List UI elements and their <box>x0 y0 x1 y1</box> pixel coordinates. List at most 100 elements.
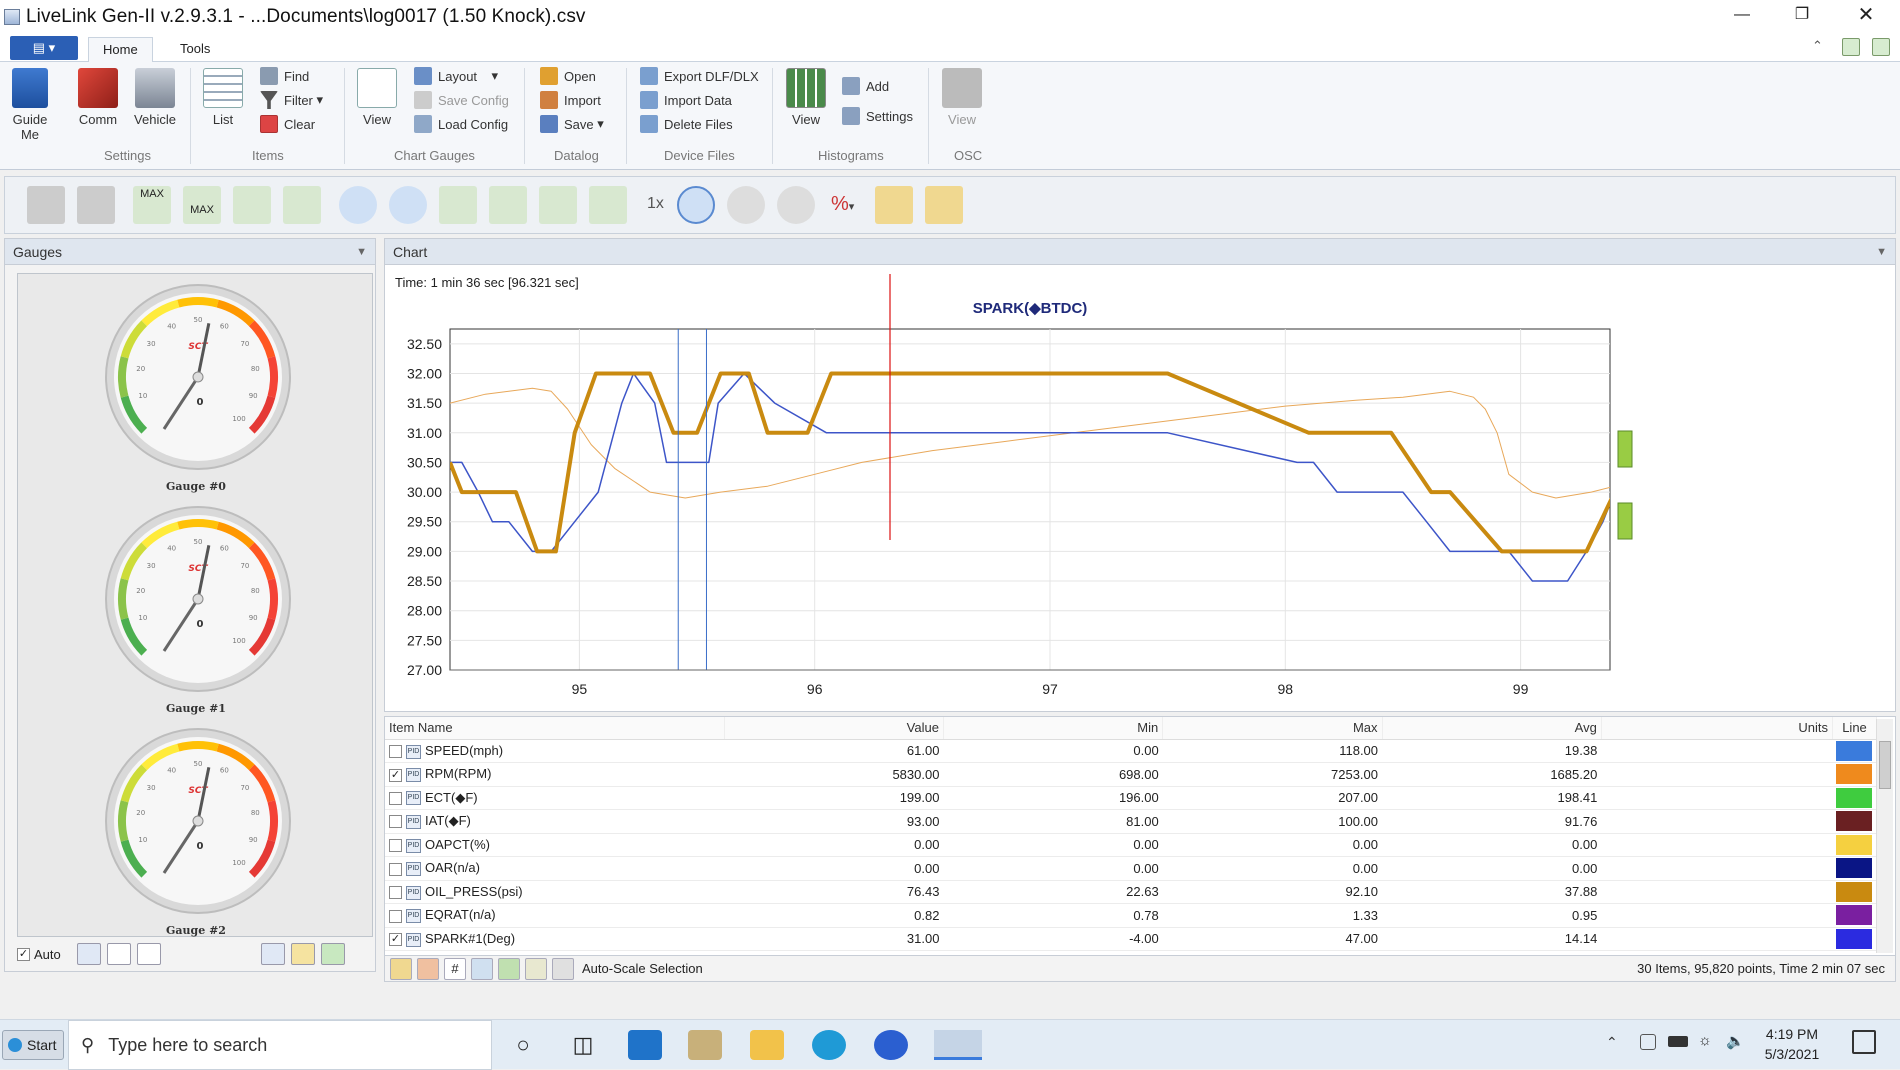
hash-icon[interactable]: # <box>444 957 466 980</box>
pen-right-icon[interactable] <box>925 186 963 224</box>
find-button[interactable]: Find <box>260 66 309 86</box>
auto-checkbox[interactable]: ✓ <box>17 947 30 961</box>
histogram-add-button[interactable]: Add <box>842 76 889 96</box>
row-checkbox[interactable] <box>389 909 402 923</box>
play-icon[interactable] <box>677 186 715 224</box>
osc-view-button[interactable]: View <box>940 68 984 127</box>
list-button[interactable]: List <box>200 68 246 127</box>
pin-icon[interactable]: ▼ <box>356 239 367 265</box>
close-button[interactable]: ✕ <box>1836 0 1896 34</box>
open-button[interactable]: Open <box>540 66 596 86</box>
percent-button[interactable]: %▾ <box>831 193 854 216</box>
vehicle-button[interactable]: Vehicle <box>130 68 180 127</box>
collapse-ribbon-icon[interactable]: ⌃ <box>1812 38 1823 54</box>
line-color-swatch[interactable] <box>1836 764 1873 785</box>
taskbar-search[interactable]: ⚲ Type here to search <box>68 1020 492 1070</box>
row-checkbox[interactable] <box>389 839 402 853</box>
line-color-cell[interactable] <box>1832 809 1877 834</box>
filter-button[interactable]: Filter ▾ <box>260 90 323 110</box>
line-color-cell[interactable] <box>1832 903 1877 928</box>
guide-me-button[interactable]: Guide Me <box>8 68 52 142</box>
mail-icon[interactable] <box>628 1030 662 1060</box>
gauge-refresh-icon[interactable] <box>320 943 345 965</box>
col-avg[interactable]: Avg <box>1382 717 1602 740</box>
record-disabled-icon[interactable] <box>27 186 65 224</box>
col-max[interactable]: Max <box>1162 717 1383 740</box>
grid-scrollbar[interactable] <box>1876 719 1893 953</box>
line-icon[interactable] <box>498 957 520 980</box>
row-checkbox[interactable] <box>389 745 402 759</box>
qat-download-icon[interactable] <box>1872 38 1890 56</box>
pen-remove-icon[interactable] <box>417 957 439 980</box>
pin-icon[interactable]: ▼ <box>1876 239 1887 265</box>
paint-icon[interactable] <box>688 1030 722 1060</box>
save-config-button[interactable]: Save Config <box>414 90 509 110</box>
table-row[interactable]: ✓ PID SPARK#1(Deg) 31.00 -4.00 47.00 14.14 <box>385 927 1877 951</box>
row-checkbox[interactable]: ✓ <box>389 933 402 947</box>
gauge-lights-icon[interactable] <box>136 943 161 965</box>
wifi-icon[interactable]: ☼ <box>1698 1032 1712 1049</box>
table-row[interactable]: PID OIL_PRESS(psi) 76.43 22.63 92.10 37.88 <box>385 880 1877 904</box>
col-value[interactable]: Value <box>724 717 944 740</box>
tab-home[interactable]: Home <box>88 37 153 62</box>
scale-handle-icon[interactable] <box>1617 502 1633 540</box>
line-color-cell[interactable] <box>1832 856 1877 881</box>
fit-left-icon[interactable] <box>439 186 477 224</box>
row-checkbox[interactable] <box>389 791 402 805</box>
col-line[interactable]: Line <box>1832 717 1878 740</box>
table-row[interactable]: PID OAPCT(%) 0.00 0.00 0.00 0.00 <box>385 833 1877 857</box>
line-color-swatch[interactable] <box>1836 787 1873 808</box>
fit-right-icon[interactable] <box>489 186 527 224</box>
max-left-button[interactable]: MAX <box>133 186 171 224</box>
row-checkbox[interactable] <box>389 886 402 900</box>
playback-speed[interactable]: 1x <box>647 195 664 213</box>
col-min[interactable]: Min <box>943 717 1164 740</box>
spark-chart[interactable]: SPARK(◆BTDC) 27.00 27.50 28.00 28.50 29.00 29.… <box>385 265 1895 711</box>
col-units[interactable]: Units <box>1601 717 1833 740</box>
col-item-name[interactable]: Item Name <box>385 717 725 740</box>
record2-disabled-icon[interactable] <box>77 186 115 224</box>
collapse-icon[interactable] <box>589 186 627 224</box>
clear-button[interactable]: Clear <box>260 114 315 134</box>
firefox-icon[interactable] <box>874 1030 908 1060</box>
line-color-cell[interactable] <box>1832 762 1877 787</box>
scrollbar-thumb[interactable] <box>1879 741 1891 789</box>
export-dlf-button[interactable]: Export DLF/DLX <box>640 66 759 86</box>
battery-icon[interactable] <box>1668 1036 1688 1047</box>
line-color-cell[interactable] <box>1832 739 1877 763</box>
line-color-swatch[interactable] <box>1836 740 1873 761</box>
table-row[interactable]: PID SPEED(mph) 61.00 0.00 118.00 19.38 <box>385 739 1877 763</box>
tab-tools[interactable]: Tools <box>166 37 224 62</box>
line-color-cell[interactable] <box>1832 880 1877 904</box>
shift-left-icon[interactable] <box>233 186 271 224</box>
line-color-swatch[interactable] <box>1836 834 1873 855</box>
pause-icon[interactable] <box>727 186 765 224</box>
zoom-in-icon[interactable] <box>389 186 427 224</box>
minimize-button[interactable]: — <box>1712 0 1772 34</box>
gauge-open-icon[interactable] <box>290 943 315 965</box>
line-color-swatch[interactable] <box>1836 858 1873 879</box>
tray-chevron-icon[interactable]: ⌃ <box>1606 1034 1618 1051</box>
file-explorer-icon[interactable] <box>750 1030 784 1060</box>
line-color-swatch[interactable] <box>1836 928 1873 949</box>
import-button[interactable]: Import <box>540 90 601 110</box>
qat-upload-icon[interactable] <box>1842 38 1860 56</box>
table-row[interactable]: ✓ PID RPM(RPM) 5830.00 698.00 7253.00 1685.20 <box>385 762 1877 787</box>
line-color-swatch[interactable] <box>1836 811 1873 832</box>
scale-handle-icon[interactable] <box>1617 430 1633 468</box>
task-view-icon[interactable]: ◫ <box>566 1030 600 1060</box>
expand-icon[interactable] <box>539 186 577 224</box>
app-menu-button[interactable]: ▤ ▾ <box>10 36 78 60</box>
load-config-button[interactable]: Load Config <box>414 114 508 134</box>
autoscale-icon[interactable] <box>552 957 574 980</box>
histogram-settings-button[interactable]: Settings <box>842 106 913 126</box>
line-color-swatch[interactable] <box>1836 905 1873 926</box>
table-row[interactable]: PID ECT(◆F) 199.00 196.00 207.00 198.41 <box>385 786 1877 810</box>
gauge-add-icon[interactable] <box>471 957 493 980</box>
stop-icon[interactable] <box>777 186 815 224</box>
table-row[interactable]: PID EQRAT(n/a) 0.82 0.78 1.33 0.95 <box>385 903 1877 928</box>
row-checkbox[interactable] <box>389 862 402 876</box>
livelink-taskbar-icon[interactable] <box>934 1030 982 1060</box>
chart-view-button[interactable]: View <box>354 68 400 127</box>
line-color-swatch[interactable] <box>1836 881 1873 902</box>
